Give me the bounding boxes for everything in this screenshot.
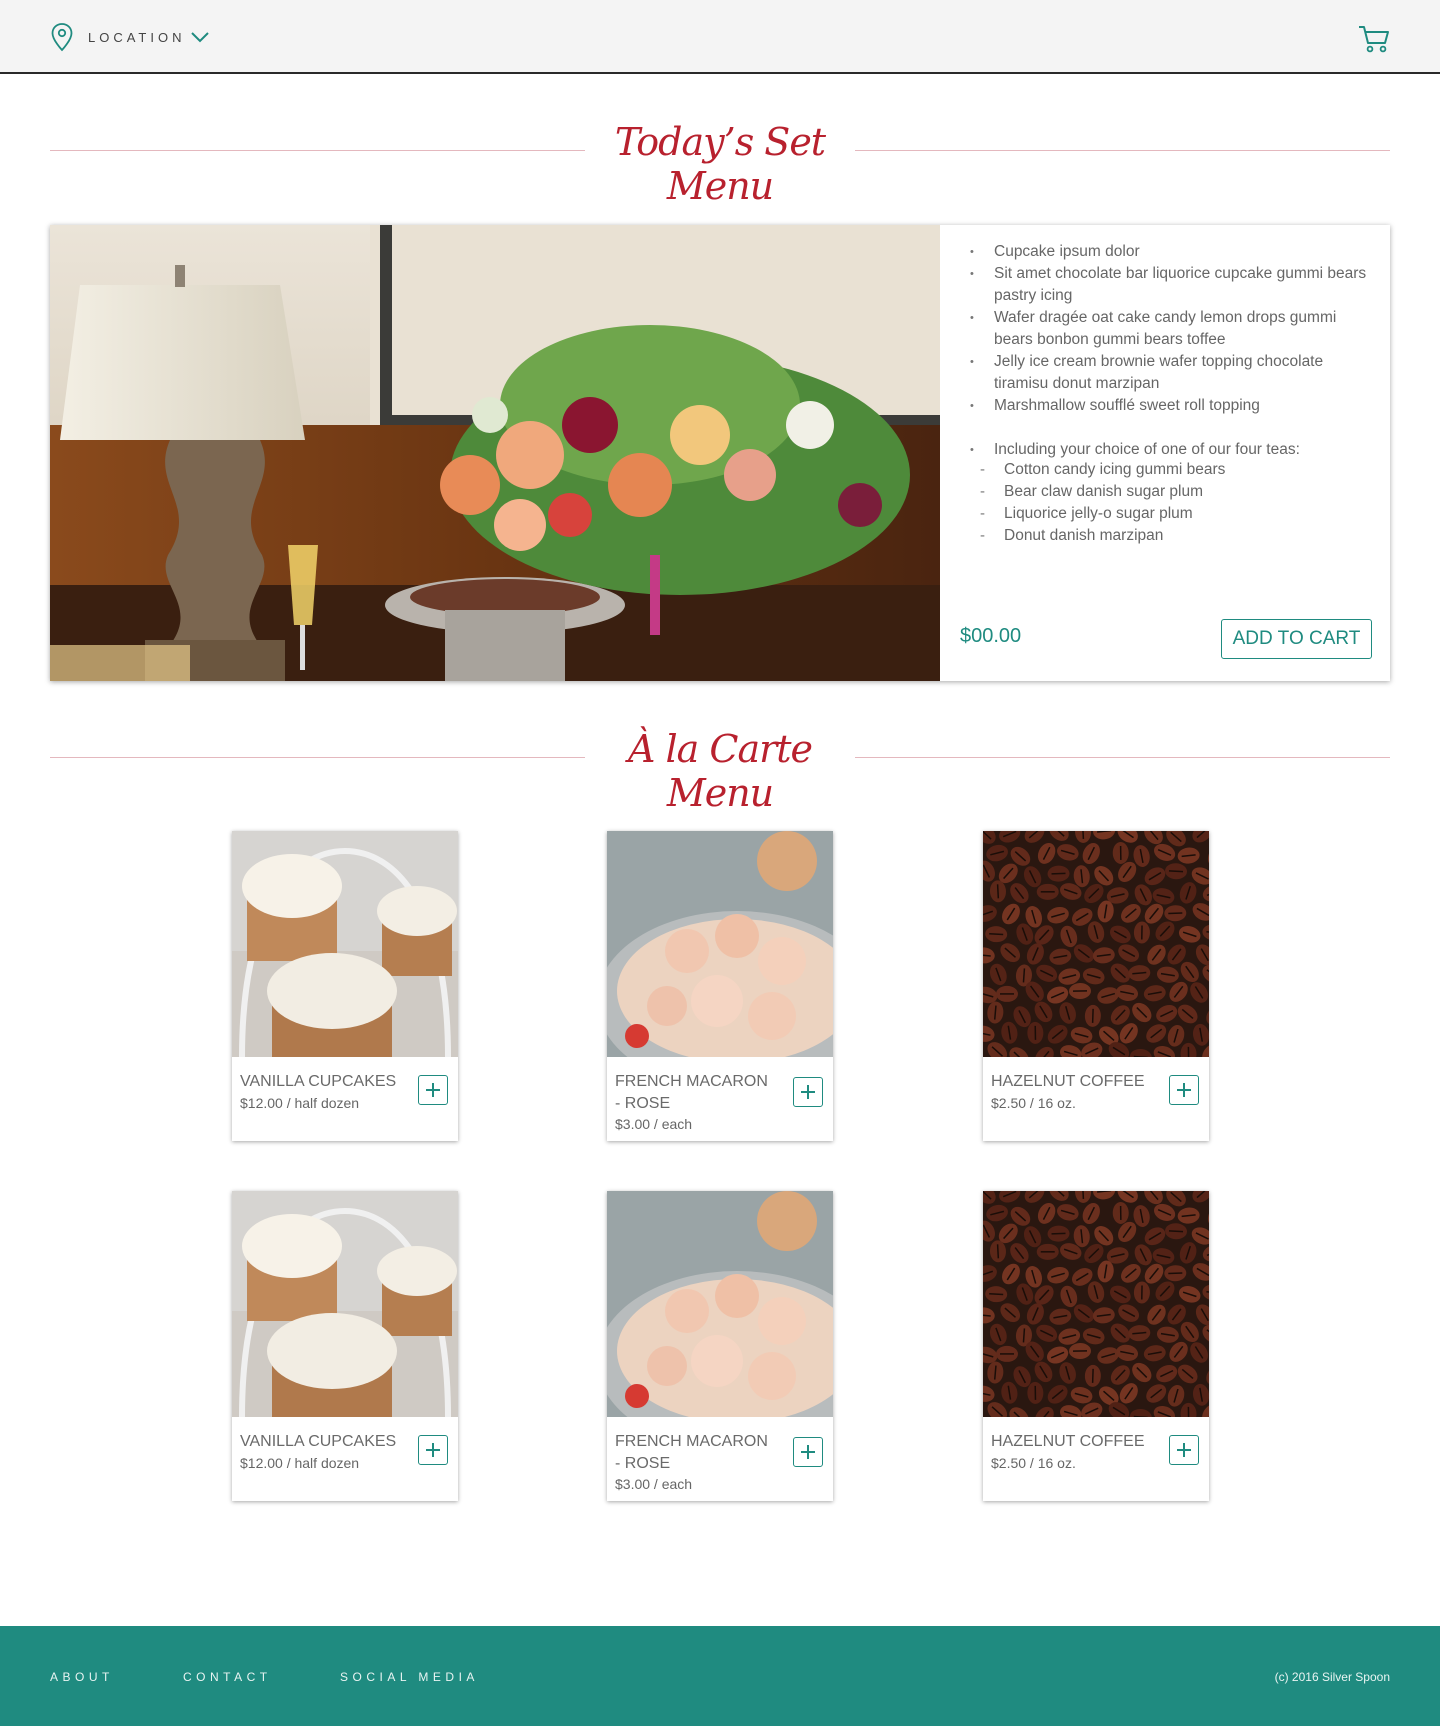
product-card[interactable]: VANILLA CUPCAKES $12.00 / half dozen — [232, 831, 458, 1141]
list-item: Wafer dragée oat cake candy lemon drops … — [968, 307, 1368, 351]
tea-item: Donut danish marzipan — [968, 525, 1368, 547]
product-price: $2.50 / 16 oz. — [991, 1455, 1076, 1471]
set-menu-photo — [50, 225, 940, 681]
product-name: HAZELNUT COFFEE — [991, 1433, 1145, 1450]
macarons-photo — [607, 1191, 833, 1417]
product-name: VANILLA CUPCAKES — [240, 1433, 397, 1450]
divider-line — [855, 757, 1390, 758]
footer-link-contact[interactable]: CONTACT — [183, 1670, 272, 1684]
add-item-button[interactable] — [1169, 1435, 1199, 1465]
footer: ABOUT CONTACT SOCIAL MEDIA (c) 2016 Silv… — [0, 1626, 1440, 1726]
tea-item: Cotton candy icing gummi bears — [968, 459, 1368, 481]
list-item: Marshmallow soufflé sweet roll topping — [968, 395, 1368, 417]
product-price: $2.50 / 16 oz. — [991, 1095, 1076, 1111]
set-menu-details: Cupcake ipsum dolor Sit amet chocolate b… — [940, 225, 1390, 681]
set-menu-price: $00.00 — [960, 625, 1022, 647]
add-item-button[interactable] — [418, 1435, 448, 1465]
set-menu-heading: Today’s Set Menu — [50, 120, 1390, 208]
list-item: Jelly ice cream brownie wafer topping ch… — [968, 351, 1368, 395]
footer-link-social-media[interactable]: SOCIAL MEDIA — [340, 1670, 479, 1684]
add-item-button[interactable] — [1169, 1075, 1199, 1105]
product-name: FRENCH MACARON - ROSE — [615, 1433, 768, 1472]
add-item-button[interactable] — [418, 1075, 448, 1105]
product-card[interactable]: HAZELNUT COFFEE $2.50 / 16 oz. — [983, 831, 1209, 1141]
product-name: FRENCH MACARON - ROSE — [615, 1073, 768, 1112]
product-name: VANILLA CUPCAKES — [240, 1073, 397, 1090]
coffee-beans-photo — [983, 831, 1209, 1057]
divider-line — [855, 150, 1390, 151]
product-price: $3.00 / each — [615, 1476, 693, 1492]
cupcakes-photo — [232, 831, 458, 1057]
set-menu-list: Cupcake ipsum dolor Sit amet chocolate b… — [968, 241, 1368, 461]
add-item-button[interactable] — [793, 1437, 823, 1467]
location-selector[interactable]: LOCATION — [50, 22, 210, 52]
tea-item: Bear claw danish sugar plum — [968, 481, 1368, 503]
list-item: Cupcake ipsum dolor — [968, 241, 1368, 263]
product-price: $12.00 / half dozen — [240, 1095, 360, 1111]
set-menu-card: Cupcake ipsum dolor Sit amet chocolate b… — [50, 225, 1390, 681]
product-card[interactable]: FRENCH MACARON - ROSE $3.00 / each — [607, 1191, 833, 1501]
tea-intro-text: Including your choice of one of our four… — [994, 441, 1300, 458]
add-item-button[interactable] — [793, 1077, 823, 1107]
product-name: HAZELNUT COFFEE — [991, 1073, 1145, 1090]
product-card[interactable]: VANILLA CUPCAKES $12.00 / half dozen — [232, 1191, 458, 1501]
chevron-down-icon — [190, 32, 209, 43]
footer-link-about[interactable]: ABOUT — [50, 1670, 114, 1684]
tea-intro: Including your choice of one of our four… — [968, 439, 1368, 461]
product-card[interactable]: FRENCH MACARON - ROSE $3.00 / each — [607, 831, 833, 1141]
divider-line — [50, 150, 585, 151]
macarons-photo — [607, 831, 833, 1057]
tea-list: Cotton candy icing gummi bears Bear claw… — [968, 459, 1368, 547]
map-pin-icon — [51, 23, 73, 52]
copyright: (c) 2016 Silver Spoon — [1274, 1670, 1390, 1684]
a-la-carte-heading: À la Carte Menu — [50, 727, 1390, 815]
product-price: $12.00 / half dozen — [240, 1455, 360, 1471]
product-card[interactable]: HAZELNUT COFFEE $2.50 / 16 oz. — [983, 1191, 1209, 1501]
shopping-cart-icon[interactable] — [1357, 24, 1391, 54]
coffee-beans-photo — [983, 1191, 1209, 1417]
location-label: LOCATION — [88, 29, 186, 45]
tea-item: Liquorice jelly-o sugar plum — [968, 503, 1368, 525]
product-price: $3.00 / each — [615, 1116, 693, 1132]
list-item: Sit amet chocolate bar liquorice cupcake… — [968, 263, 1368, 307]
top-bar: LOCATION — [0, 0, 1440, 74]
divider-line — [50, 757, 585, 758]
a-la-carte-title: À la Carte Menu — [627, 727, 813, 815]
add-to-cart-button[interactable]: ADD TO CART — [1221, 619, 1372, 659]
set-menu-title: Today’s Set Menu — [614, 120, 826, 208]
cupcakes-photo — [232, 1191, 458, 1417]
